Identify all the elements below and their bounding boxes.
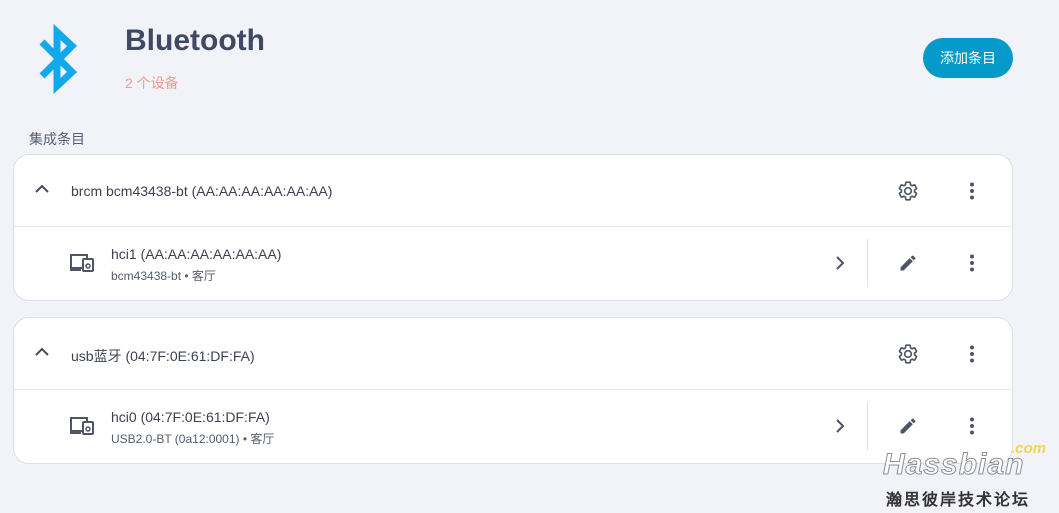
- entry-title: usb蓝牙 (04:7F:0E:61:DF:FA): [71, 348, 255, 364]
- entry-title: brcm bcm43438-bt (AA:AA:AA:AA:AA:AA): [71, 183, 333, 199]
- chevron-up-icon[interactable]: [34, 344, 50, 360]
- more-vert-icon[interactable]: [958, 412, 986, 440]
- device-row[interactable]: hci0 (04:7F:0E:61:DF:FA) USB2.0-BT (0a12…: [14, 390, 1012, 463]
- gear-icon[interactable]: [894, 340, 922, 368]
- edit-pencil-icon[interactable]: [894, 249, 922, 277]
- devices-icon: [70, 417, 94, 435]
- devices-icon: [70, 254, 94, 272]
- device-name: hci0 (04:7F:0E:61:DF:FA): [111, 409, 270, 425]
- more-vert-icon[interactable]: [958, 340, 986, 368]
- watermark-main: Hassbian: [882, 448, 1025, 482]
- device-count: 2 个设备: [125, 75, 179, 91]
- more-vert-icon[interactable]: [958, 177, 986, 205]
- divider: [867, 239, 868, 287]
- add-entry-button[interactable]: 添加条目: [923, 38, 1013, 78]
- gear-icon[interactable]: [894, 177, 922, 205]
- integration-card: usb蓝牙 (04:7F:0E:61:DF:FA) hci0 (04:7F:0E…: [13, 317, 1013, 464]
- page-header: Bluetooth 2 个设备 添加条目: [0, 0, 1059, 110]
- watermark-sub: 瀚思彼岸技术论坛: [886, 492, 1031, 509]
- edit-pencil-icon[interactable]: [894, 412, 922, 440]
- chevron-right-icon[interactable]: [826, 249, 854, 277]
- more-vert-icon[interactable]: [958, 249, 986, 277]
- chevron-right-icon[interactable]: [826, 412, 854, 440]
- page-title: Bluetooth: [125, 24, 265, 57]
- device-row[interactable]: hci1 (AA:AA:AA:AA:AA:AA) bcm43438-bt • 客…: [14, 227, 1012, 300]
- device-subtitle: USB2.0-BT (0a12:0001) • 客厅: [111, 432, 275, 446]
- device-name: hci1 (AA:AA:AA:AA:AA:AA): [111, 246, 282, 262]
- integration-card: brcm bcm43438-bt (AA:AA:AA:AA:AA:AA) hci…: [13, 154, 1013, 301]
- chevron-up-icon[interactable]: [34, 181, 50, 197]
- watermark-com: .com: [1011, 440, 1047, 457]
- card-header[interactable]: brcm bcm43438-bt (AA:AA:AA:AA:AA:AA): [14, 155, 1012, 227]
- bluetooth-icon: [39, 24, 78, 94]
- card-header[interactable]: usb蓝牙 (04:7F:0E:61:DF:FA): [14, 318, 1012, 390]
- divider: [867, 402, 868, 450]
- section-label: 集成条目: [29, 131, 85, 147]
- watermark: Hassbian .com 瀚思彼岸技术论坛: [882, 440, 1053, 510]
- device-subtitle: bcm43438-bt • 客厅: [111, 269, 216, 283]
